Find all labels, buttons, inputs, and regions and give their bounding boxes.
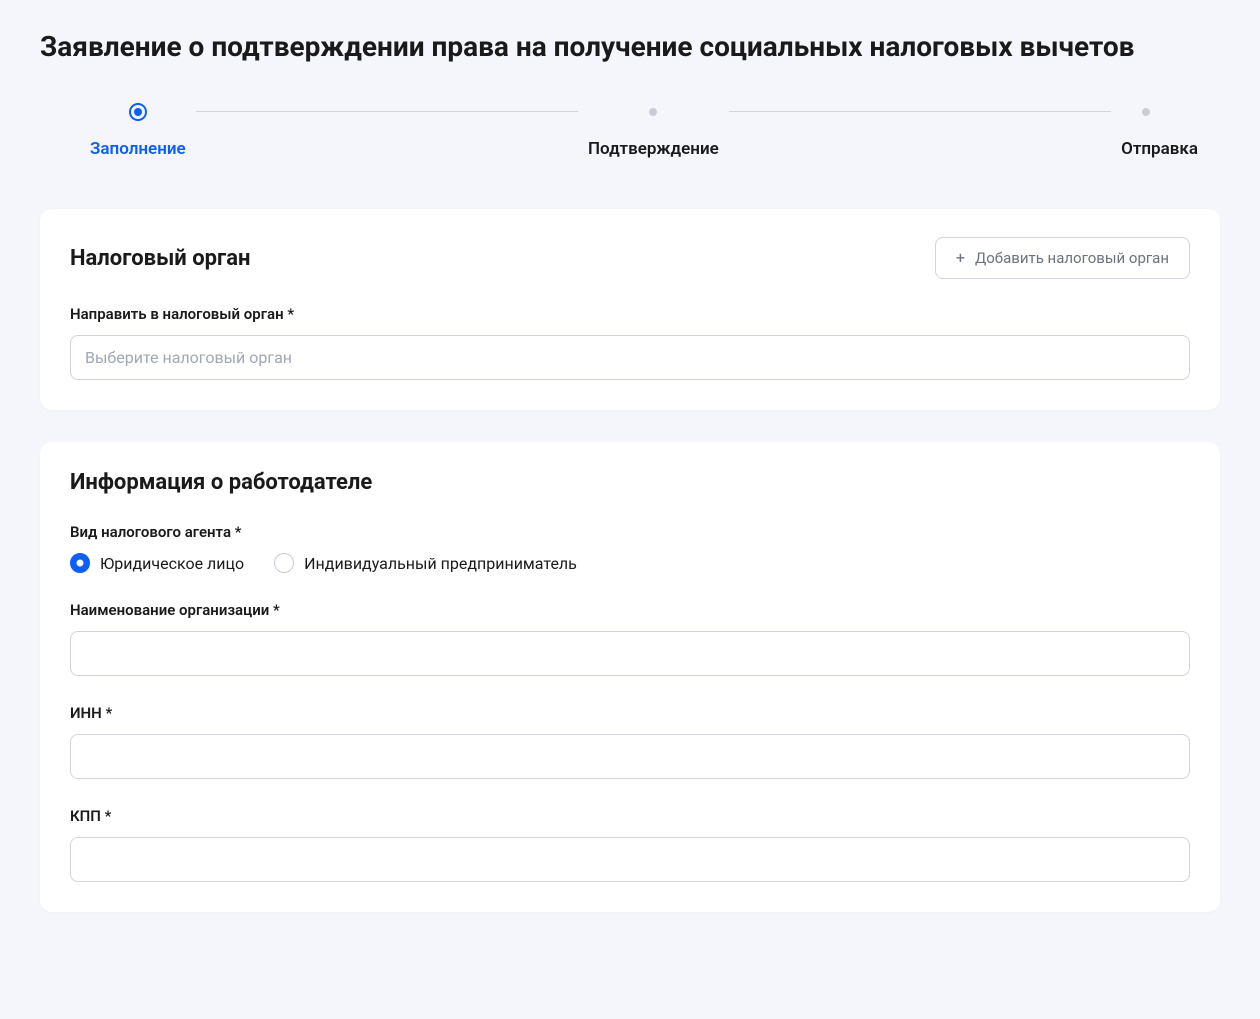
- kpp-label: КПП *: [70, 807, 1190, 825]
- step-confirm[interactable]: Подтверждение: [578, 103, 729, 159]
- plus-icon: +: [956, 250, 965, 266]
- inn-label: ИНН *: [70, 704, 1190, 722]
- kpp-input[interactable]: [70, 837, 1190, 882]
- radio-individual-entrepreneur[interactable]: Индивидуальный предприниматель: [274, 553, 577, 573]
- stepper: Заполнение Подтверждение Отправка: [40, 103, 1220, 159]
- radio-checked-icon: [70, 553, 90, 573]
- org-name-input[interactable]: [70, 631, 1190, 676]
- add-tax-authority-button[interactable]: + Добавить налоговый орган: [935, 237, 1190, 279]
- step-dot-inactive-icon: [649, 108, 657, 116]
- step-label: Подтверждение: [588, 139, 719, 159]
- radio-legal-entity[interactable]: Юридическое лицо: [70, 553, 244, 573]
- tax-authority-field-label: Направить в налоговый орган *: [70, 305, 1190, 323]
- step-label: Отправка: [1121, 139, 1198, 159]
- radio-label: Юридическое лицо: [100, 554, 244, 573]
- add-button-label: Добавить налоговый орган: [975, 249, 1169, 267]
- tax-authority-title: Налоговый орган: [70, 246, 250, 271]
- page-title: Заявление о подтверждении права на получ…: [40, 30, 1220, 63]
- step-label: Заполнение: [90, 139, 186, 159]
- radio-unchecked-icon: [274, 553, 294, 573]
- step-dot-active-icon: [129, 103, 147, 121]
- employer-card: Информация о работодателе Вид налогового…: [40, 442, 1220, 912]
- tax-authority-select[interactable]: [70, 335, 1190, 380]
- step-dot-inactive-icon: [1142, 108, 1150, 116]
- step-fill[interactable]: Заполнение: [80, 103, 196, 159]
- org-name-label: Наименование организации *: [70, 601, 1190, 619]
- agent-type-label: Вид налогового агента *: [70, 523, 1190, 541]
- inn-input[interactable]: [70, 734, 1190, 779]
- tax-authority-card: Налоговый орган + Добавить налоговый орг…: [40, 209, 1220, 410]
- step-send[interactable]: Отправка: [1111, 103, 1180, 159]
- agent-type-radio-group: Юридическое лицо Индивидуальный предприн…: [70, 553, 1190, 573]
- radio-label: Индивидуальный предприниматель: [304, 554, 577, 573]
- employer-title: Информация о работодателе: [70, 470, 372, 495]
